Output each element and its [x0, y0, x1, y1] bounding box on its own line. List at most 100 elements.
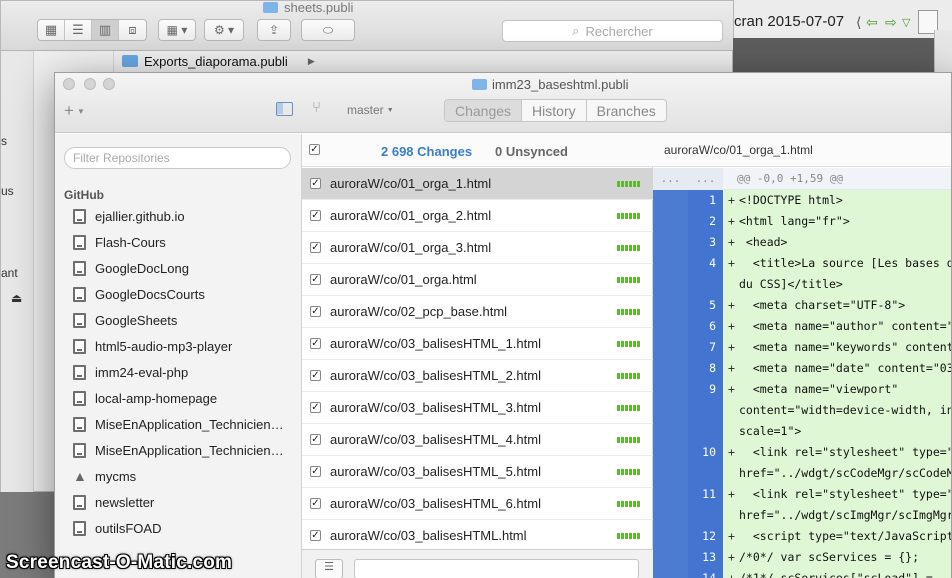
file-checkbox[interactable]: ✓ — [310, 306, 321, 317]
branch-icon[interactable]: ⑂ — [312, 99, 321, 116]
repo-icon — [73, 260, 86, 276]
coverflow-view-icon[interactable]: ⧈ — [119, 20, 146, 40]
eject-icon[interactable]: ⏏ — [11, 291, 22, 305]
sidebar-item-repo[interactable]: MiseEnApplication_Technicien… — [73, 411, 299, 437]
file-checkbox[interactable]: ✓ — [310, 242, 321, 253]
dropdown-triangle-icon[interactable]: ▽ — [902, 16, 910, 29]
file-checkbox[interactable]: ✓ — [310, 210, 321, 221]
file-checkbox[interactable]: ✓ — [310, 370, 321, 381]
repo-name: MiseEnApplication_Technicien… — [95, 442, 284, 458]
finder-list-item[interactable]: Exports_diaporama.publi ▶ — [114, 52, 315, 70]
code-text: <title>La source [Les bases d — [739, 256, 952, 270]
tags-button[interactable]: ⬭ — [301, 19, 355, 41]
previous-page-icon[interactable]: ⟨ — [856, 14, 861, 31]
file-checkbox[interactable]: ✓ — [310, 178, 321, 189]
sidebar-item-repo[interactable]: ejallier.github.io — [73, 203, 299, 229]
file-path: auroraW/co/03_balisesHTML_1.html — [330, 336, 541, 351]
changed-file-row[interactable]: ✓ auroraW/co/03_balisesHTML.html — [302, 520, 653, 552]
sidebar-item-repo[interactable]: ▲ mycms — [73, 463, 299, 489]
finder-sidebar-item[interactable]: ant — [1, 266, 18, 280]
line-number: 5 — [709, 298, 716, 312]
code-text: <link rel="stylesheet" type=" — [739, 445, 952, 459]
file-checkbox[interactable]: ✓ — [310, 498, 321, 509]
chevron-down-icon: ▼ — [76, 106, 85, 116]
commit-area: ☰ — [302, 549, 653, 578]
plus-icon: + — [64, 101, 74, 120]
sidebar-item-repo[interactable]: MiseEnApplication_Technicien… — [73, 437, 299, 463]
commit-summary-input[interactable] — [354, 559, 639, 578]
disclosure-arrow-icon: ▶ — [307, 55, 315, 66]
action-button[interactable]: ⚙ ▾ — [204, 19, 244, 41]
changed-file-row[interactable]: ✓ auroraW/co/03_balisesHTML_4.html — [302, 424, 653, 456]
filter-repositories-input[interactable]: Filter Repositories — [64, 147, 291, 169]
arrange-button[interactable]: ▦ ▾ — [158, 19, 196, 41]
sidebar-item-repo[interactable]: imm24-eval-php — [73, 359, 299, 385]
back-arrow-icon[interactable]: ⇦ — [866, 14, 878, 31]
changed-file-row[interactable]: ✓ auroraW/co/03_balisesHTML_6.html — [302, 488, 653, 520]
sidebar-item-repo[interactable]: GoogleDocLong — [73, 255, 299, 281]
share-button[interactable]: ⇪ — [257, 19, 291, 41]
file-checkbox[interactable]: ✓ — [310, 338, 321, 349]
changed-file-row[interactable]: ✓ auroraW/co/02_pcp_base.html — [302, 296, 653, 328]
line-number: 12 — [702, 529, 716, 543]
finder-sidebar-item[interactable]: s — [1, 134, 7, 148]
finder-search-input[interactable]: ⌕ Rechercher — [502, 20, 723, 42]
file-checkbox[interactable]: ✓ — [310, 402, 321, 413]
line-number: 3 — [709, 235, 716, 249]
commit-summary-button[interactable]: ☰ — [315, 559, 343, 578]
changed-file-row[interactable]: ✓ auroraW/co/03_balisesHTML_1.html — [302, 328, 653, 360]
sidebar-item-repo[interactable]: GoogleSheets — [73, 307, 299, 333]
tab-branches[interactable]: Branches — [587, 100, 666, 121]
sidebar-item-repo[interactable]: Flash-Cours — [73, 229, 299, 255]
icon-view-icon[interactable]: ▦ — [38, 20, 65, 40]
changed-file-row[interactable]: ✓ auroraW/co/03_balisesHTML_3.html — [302, 392, 653, 424]
changed-file-row[interactable]: ✓ auroraW/co/01_orga.html — [302, 264, 653, 296]
sidebar-item-repo[interactable]: outilsFOAD — [73, 515, 299, 541]
changed-file-row[interactable]: ✓ auroraW/co/03_balisesHTML_2.html — [302, 360, 653, 392]
changed-file-row[interactable]: ✓ auroraW/co/01_orga_2.html — [302, 200, 653, 232]
diff-line: 14 + /*1*/ scServices["scLoad"] = — [653, 568, 951, 578]
file-path: auroraW/co/01_orga.html — [330, 272, 477, 287]
sidebar-item-repo[interactable]: html5-audio-mp3-player — [73, 333, 299, 359]
tab-history[interactable]: History — [522, 100, 587, 121]
sidebar-item-repo[interactable]: local-amp-homepage — [73, 385, 299, 411]
file-checkbox[interactable]: ✓ — [310, 466, 321, 477]
zoom-window-button[interactable] — [103, 78, 115, 90]
changed-file-row[interactable]: ✓ auroraW/co/01_orga_1.html — [302, 168, 653, 200]
added-marker: + — [728, 319, 735, 333]
changed-file-row[interactable]: ✓ auroraW/co/03_balisesHTML_5.html — [302, 456, 653, 488]
repo-name: GoogleDocsCourts — [95, 286, 205, 302]
select-all-checkbox[interactable]: ✓ — [309, 144, 320, 155]
file-checkbox[interactable]: ✓ — [310, 434, 321, 445]
minimize-window-button[interactable] — [84, 78, 96, 90]
view-mode-control[interactable]: ▦ ☰ ▥ ⧈ — [37, 19, 147, 41]
sidebar-item-repo[interactable]: newsletter — [73, 489, 299, 515]
close-window-button[interactable] — [63, 78, 75, 90]
code-text: du CSS]</title> — [739, 277, 843, 291]
changes-count[interactable]: 2 698 Changes — [381, 144, 472, 159]
window-title: imm23_baseshtml.publi — [472, 76, 629, 92]
file-path: auroraW/co/01_orga_3.html — [330, 240, 492, 255]
sidebar-toggle-icon[interactable] — [276, 102, 293, 116]
repo-name: imm24-eval-php — [95, 364, 189, 380]
forward-arrow-icon[interactable]: ⇨ — [885, 14, 897, 31]
changed-file-row[interactable]: ✓ auroraW/co/01_orga_3.html — [302, 232, 653, 264]
file-checkbox[interactable]: ✓ — [310, 274, 321, 285]
diff-line-wrap: href="../wdgt/scImgMgr/scImgMgr — [653, 505, 951, 526]
branch-selector[interactable]: master ▼ — [347, 103, 394, 117]
finder-sidebar-item[interactable]: us — [1, 184, 14, 198]
tab-changes[interactable]: Changes — [445, 100, 523, 121]
file-checkbox[interactable]: ✓ — [310, 530, 321, 541]
additions-indicator-icon — [617, 405, 640, 411]
code-text: <link rel="stylesheet" type=" — [739, 487, 952, 501]
file-path: auroraW/co/01_orga_2.html — [330, 208, 492, 223]
unsynced-count[interactable]: 0 Unsynced — [495, 144, 568, 159]
add-repository-button[interactable]: + ▼ — [64, 101, 85, 121]
file-path: auroraW/co/03_balisesHTML_2.html — [330, 368, 541, 383]
preview-title: cran 2015-07-07 — [734, 13, 845, 30]
diff-line: 1 + <!DOCTYPE html> — [653, 190, 951, 211]
column-view-icon[interactable]: ▥ — [92, 20, 119, 40]
added-marker: + — [728, 445, 735, 459]
sidebar-item-repo[interactable]: GoogleDocsCourts — [73, 281, 299, 307]
list-view-icon[interactable]: ☰ — [65, 20, 92, 40]
